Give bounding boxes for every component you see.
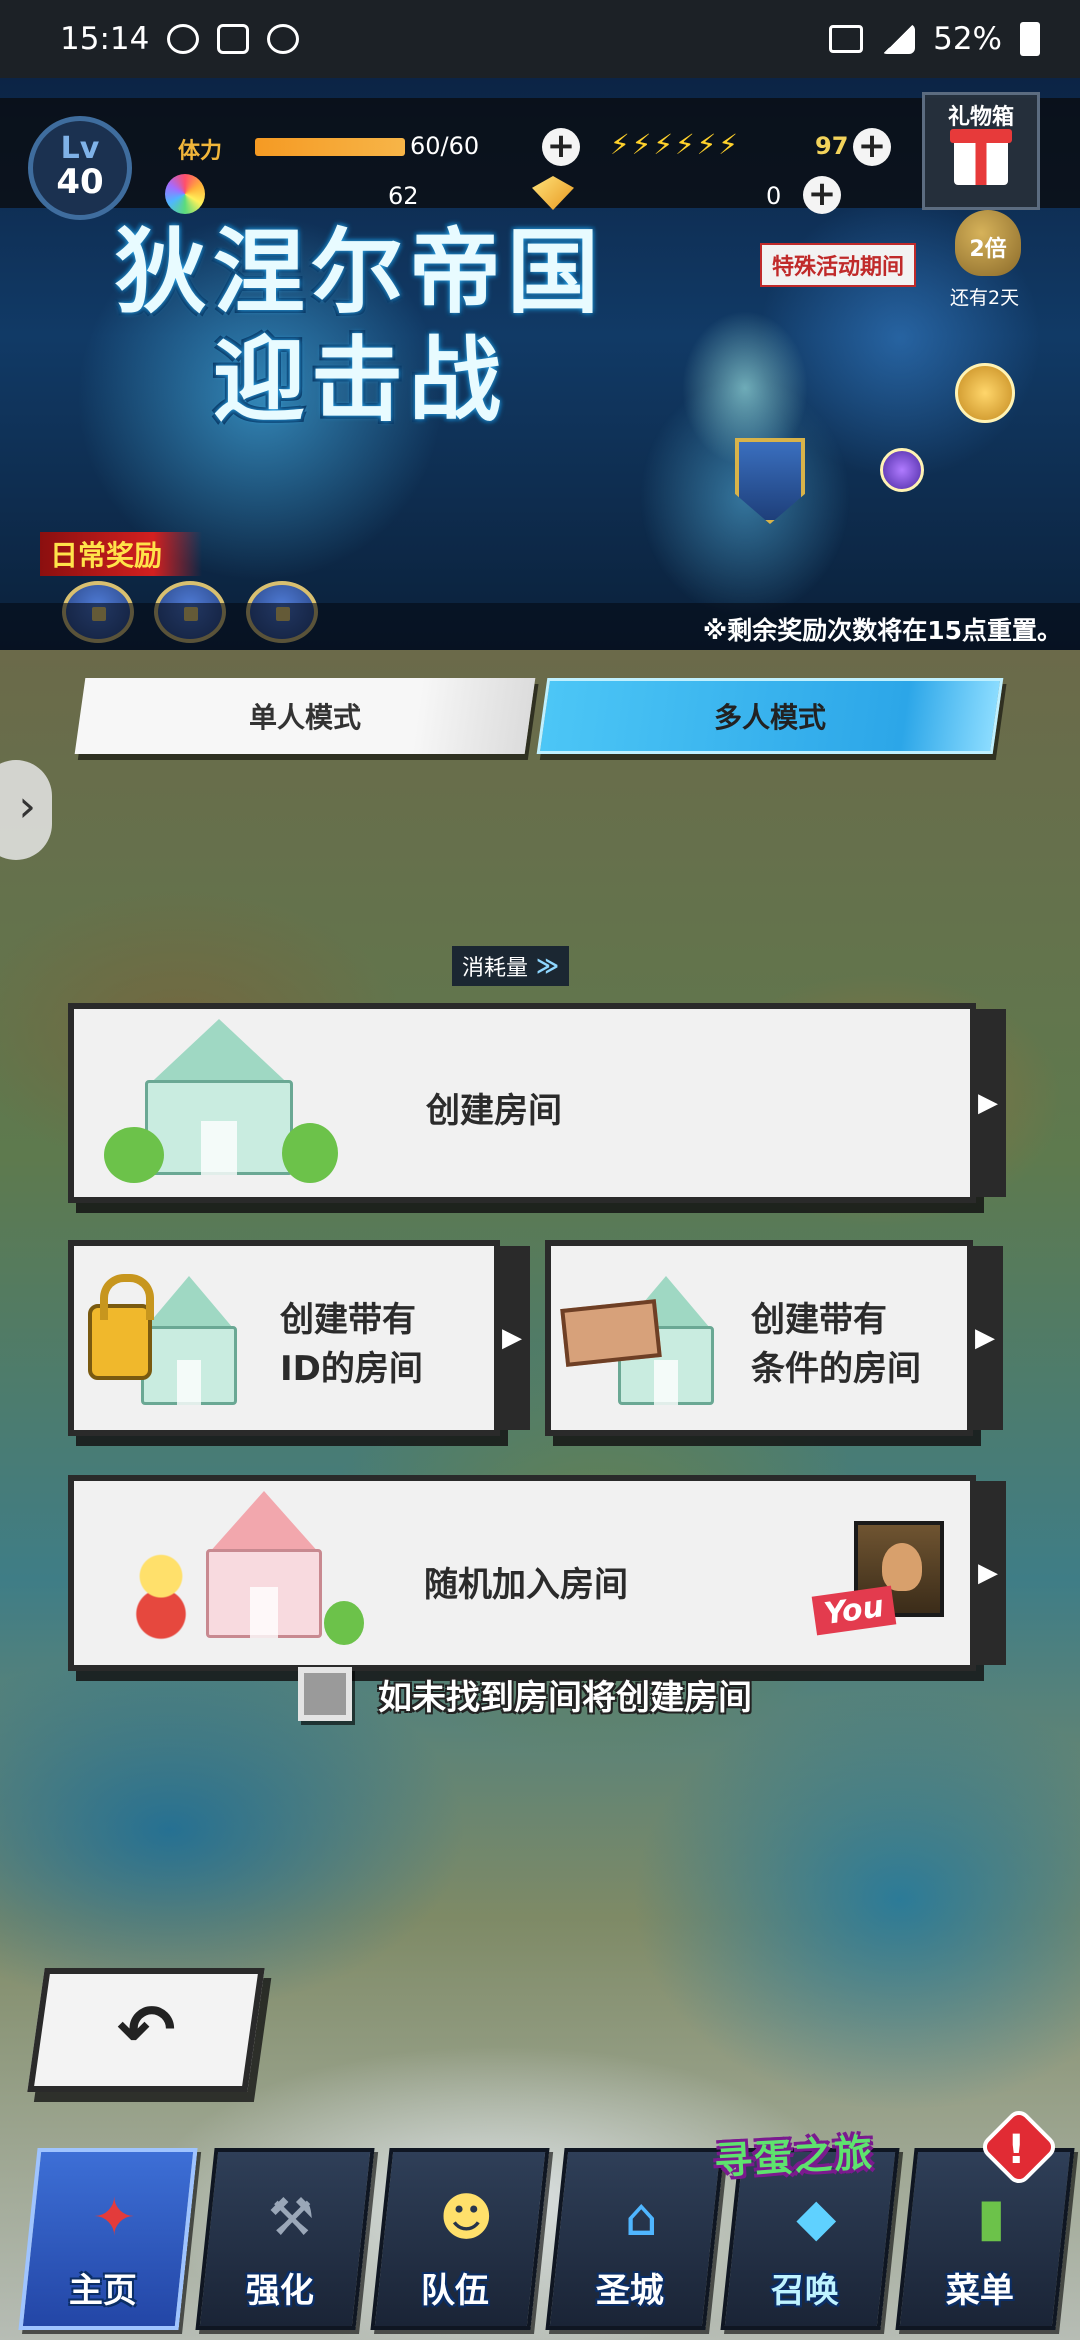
arrow-right-icon: ▶ <box>970 1009 1006 1197</box>
data-icon <box>829 25 864 53</box>
event-period-tag: 特殊活动期间 <box>760 243 917 287</box>
gift-box-label: 礼物箱 <box>947 105 1014 130</box>
signboard-icon <box>560 1299 662 1367</box>
padlock-icon <box>88 1274 154 1380</box>
nav-enhance-label: 强化 <box>245 2271 314 2311</box>
hammer-icon: ⚒ <box>267 2188 315 2248</box>
status-time: 15:14 <box>60 21 150 57</box>
tab-single-player-label: 单人模式 <box>248 701 361 734</box>
bolt-icons: ⚡⚡⚡⚡⚡⚡ <box>610 128 740 161</box>
side-panel-chevron-right-icon[interactable]: › <box>0 760 52 860</box>
player-avatar-badge: You <box>811 1521 944 1636</box>
rainbow-gem-count: 62 <box>388 182 419 210</box>
stamina-bar <box>255 138 405 156</box>
crystal-icon: ◆ <box>796 2188 837 2248</box>
add-bolts-button[interactable]: + <box>853 128 891 166</box>
castle-icon: ⌂ <box>624 2188 658 2248</box>
mode-tabs: 单人模式 多人模式 <box>74 678 1004 754</box>
app-notification-icon <box>167 24 200 54</box>
add-stamina-button[interactable]: + <box>542 128 580 166</box>
book-icon: ▮ <box>976 2188 1006 2248</box>
create-id-room-line2: ID的房间 <box>280 1349 423 1390</box>
nav-holy-city[interactable]: ⌂ 圣城 <box>545 2148 725 2330</box>
home-crest-icon: ✦ <box>92 2188 136 2248</box>
gift-box-button[interactable]: 礼物箱 <box>922 92 1040 210</box>
back-arrow-icon: ↶ <box>116 1989 176 2071</box>
event-title-line2: 迎击战 <box>212 326 507 434</box>
bolt-count: 97 <box>815 132 849 160</box>
stamina-value: 60/60 <box>410 132 480 160</box>
event-title: 狄涅尔帝国 迎击战 <box>100 218 620 434</box>
nav-team[interactable]: ☻ 队伍 <box>370 2148 550 2330</box>
status-bar: 15:14 52% <box>0 0 1080 78</box>
tab-multiplayer[interactable]: 多人模式 <box>536 678 1004 754</box>
level-label: Lv <box>60 131 100 167</box>
arrow-right-icon: ▶ <box>967 1246 1003 1430</box>
level-badge: Lv 40 <box>28 116 132 220</box>
orb-icon <box>880 448 924 492</box>
bottom-navigation: ✦ 主页 ⚒ 强化 ☻ 队伍 ⌂ 圣城 ◆ 召唤 ▮ 菜单 <box>18 2138 1075 2338</box>
pink-gazebo-icon <box>174 1491 364 1651</box>
nav-team-label: 队伍 <box>420 2271 489 2311</box>
nav-menu-label: 菜单 <box>945 2271 1014 2311</box>
nav-summon-label: 召唤 <box>770 2271 839 2311</box>
auto-create-checkbox[interactable] <box>298 1667 352 1721</box>
create-conditional-room-label: 创建带有 条件的房间 <box>751 1296 921 1395</box>
gold-gem-icon <box>532 176 574 210</box>
add-gold-gems-button[interactable]: + <box>803 176 841 214</box>
random-join-label: 随机加入房间 <box>424 1565 628 1605</box>
create-cond-room-line1: 创建带有 <box>751 1300 887 1340</box>
egg-hunt-event-tag[interactable]: 寻蛋之旅 <box>705 2121 884 2185</box>
battery-icon <box>1020 22 1040 56</box>
arrow-right-icon: ▶ <box>494 1246 530 1430</box>
back-button[interactable]: ↶ <box>27 1968 265 2092</box>
cost-badge: 消耗量 ≫ <box>452 946 570 986</box>
image-icon <box>217 24 250 54</box>
create-id-room-button[interactable]: 创建带有 ID的房间 ▶ <box>68 1240 530 1436</box>
gazebo-icon <box>104 1019 338 1189</box>
nav-enhance[interactable]: ⚒ 强化 <box>195 2148 375 2330</box>
create-id-room-label: 创建带有 ID的房间 <box>280 1296 423 1395</box>
cost-label: 消耗量 <box>462 956 529 981</box>
nav-home[interactable]: ✦ 主页 <box>18 2148 198 2330</box>
level-value: 40 <box>56 162 104 203</box>
daily-rewards-label: 日常奖励 <box>40 532 203 576</box>
gift-icon <box>950 129 1012 185</box>
create-room-button[interactable]: 创建房间 ▶ <box>68 1003 1006 1203</box>
resource-bar: Lv 40 体力 60/60 + ⚡⚡⚡⚡⚡⚡ 97 + 62 0 + <box>0 98 1080 220</box>
timer-icon <box>267 24 300 54</box>
create-cond-room-line2: 条件的房间 <box>751 1349 921 1390</box>
gold-gem-count: 0 <box>766 182 782 210</box>
you-tag: You <box>811 1585 897 1636</box>
wing-icon: ≫ <box>536 953 560 979</box>
hero-icon: ☻ <box>439 2188 494 2248</box>
bonus-remaining-text: 还有2天 <box>950 287 1020 309</box>
create-room-label: 创建房间 <box>426 1091 562 1131</box>
auto-create-option[interactable]: 如未找到房间将创建房间 <box>298 1667 752 1721</box>
random-join-room-button[interactable]: 随机加入房间 You ▶ <box>68 1475 1006 1671</box>
stamina-label: 体力 <box>178 139 223 164</box>
hero-kid-icon <box>126 1551 196 1641</box>
medal-icon <box>955 363 1015 423</box>
tab-multiplayer-label: 多人模式 <box>713 701 826 734</box>
create-conditional-room-button[interactable]: 创建带有 条件的房间 ▶ <box>545 1240 1003 1436</box>
rainbow-gem-icon <box>165 174 205 214</box>
signal-icon <box>881 24 916 54</box>
bonus-multiplier-badge[interactable]: 2倍 <box>955 210 1021 276</box>
create-id-room-line1: 创建带有 <box>280 1300 416 1340</box>
event-banner: Lv 40 体力 60/60 + ⚡⚡⚡⚡⚡⚡ 97 + 62 0 + 礼物箱 … <box>0 78 1080 650</box>
nav-menu[interactable]: ▮ 菜单 <box>895 2148 1075 2330</box>
tab-single-player[interactable]: 单人模式 <box>74 678 536 754</box>
stamina-fill <box>255 138 405 156</box>
nav-holy-city-label: 圣城 <box>595 2271 664 2311</box>
battery-percent: 52% <box>933 21 1002 57</box>
auto-create-label: 如未找到房间将创建房间 <box>378 1677 752 1718</box>
nav-home-label: 主页 <box>68 2271 137 2311</box>
arrow-right-icon: ▶ <box>970 1481 1006 1665</box>
reward-reset-note: ※剩余奖励次数将在15点重置。 <box>0 603 1080 650</box>
event-title-line1: 狄涅尔帝国 <box>114 218 605 326</box>
